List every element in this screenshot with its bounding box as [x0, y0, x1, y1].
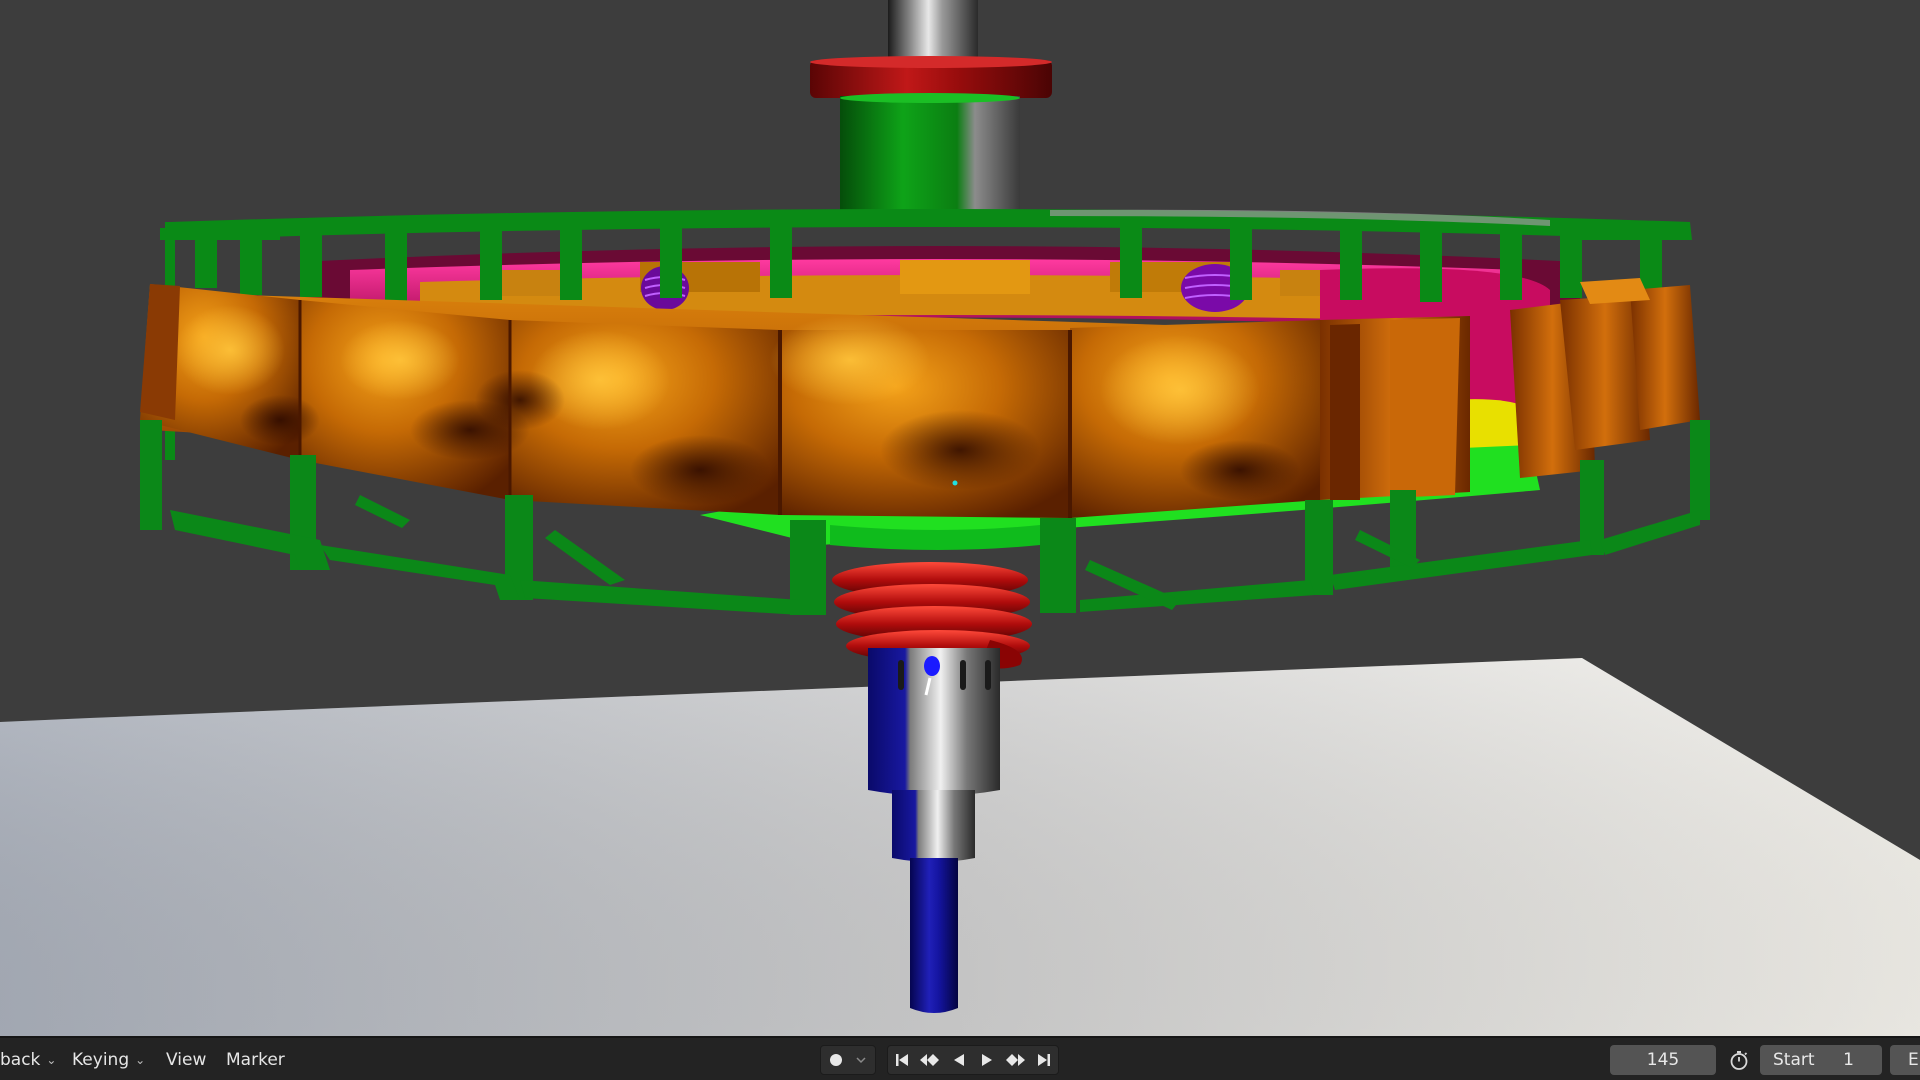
playback-controls	[887, 1045, 1059, 1075]
current-frame-field[interactable]: 145	[1610, 1045, 1716, 1075]
3d-cursor-icon	[952, 480, 958, 486]
playback-menu-label: back	[0, 1050, 41, 1070]
end-frame-label: E	[1908, 1050, 1919, 1070]
start-frame-value: 1	[1843, 1050, 1854, 1070]
generator-model-render	[0, 0, 1920, 1036]
marker-menu[interactable]: Marker	[218, 1046, 293, 1074]
start-frame-label: Start	[1773, 1050, 1815, 1070]
top-red-collar	[810, 56, 1052, 98]
play-reverse-icon[interactable]	[945, 1046, 973, 1074]
start-frame-field[interactable]: Start 1	[1760, 1045, 1882, 1075]
timeline-header: back ⌄ Keying ⌄ View Marker 145 Start 1 …	[0, 1036, 1920, 1080]
auto-keying-toggle[interactable]	[820, 1045, 876, 1075]
top-shaft	[888, 0, 978, 62]
stopwatch-icon[interactable]	[1724, 1046, 1753, 1074]
previous-keyframe-icon[interactable]	[916, 1046, 944, 1074]
keying-menu-label: Keying	[72, 1050, 130, 1070]
keying-menu[interactable]: Keying ⌄	[64, 1046, 153, 1074]
chevron-down-icon: ⌄	[46, 1053, 57, 1067]
playback-menu[interactable]: back ⌄	[0, 1046, 64, 1074]
jump-to-end-icon[interactable]	[1030, 1046, 1058, 1074]
3d-viewport[interactable]	[0, 0, 1920, 1036]
current-frame-value: 145	[1646, 1050, 1680, 1070]
play-icon[interactable]	[973, 1046, 1001, 1074]
jump-to-start-icon[interactable]	[888, 1046, 916, 1074]
green-hub	[840, 93, 1020, 218]
view-menu[interactable]: View	[158, 1046, 214, 1074]
end-frame-field[interactable]: E	[1890, 1045, 1920, 1075]
chevron-down-icon: ⌄	[135, 1053, 146, 1067]
next-keyframe-icon[interactable]	[1001, 1046, 1029, 1074]
view-menu-label: View	[166, 1050, 207, 1070]
marker-menu-label: Marker	[226, 1050, 285, 1070]
record-icon[interactable]	[821, 1046, 850, 1074]
chevron-down-icon[interactable]	[850, 1046, 872, 1074]
